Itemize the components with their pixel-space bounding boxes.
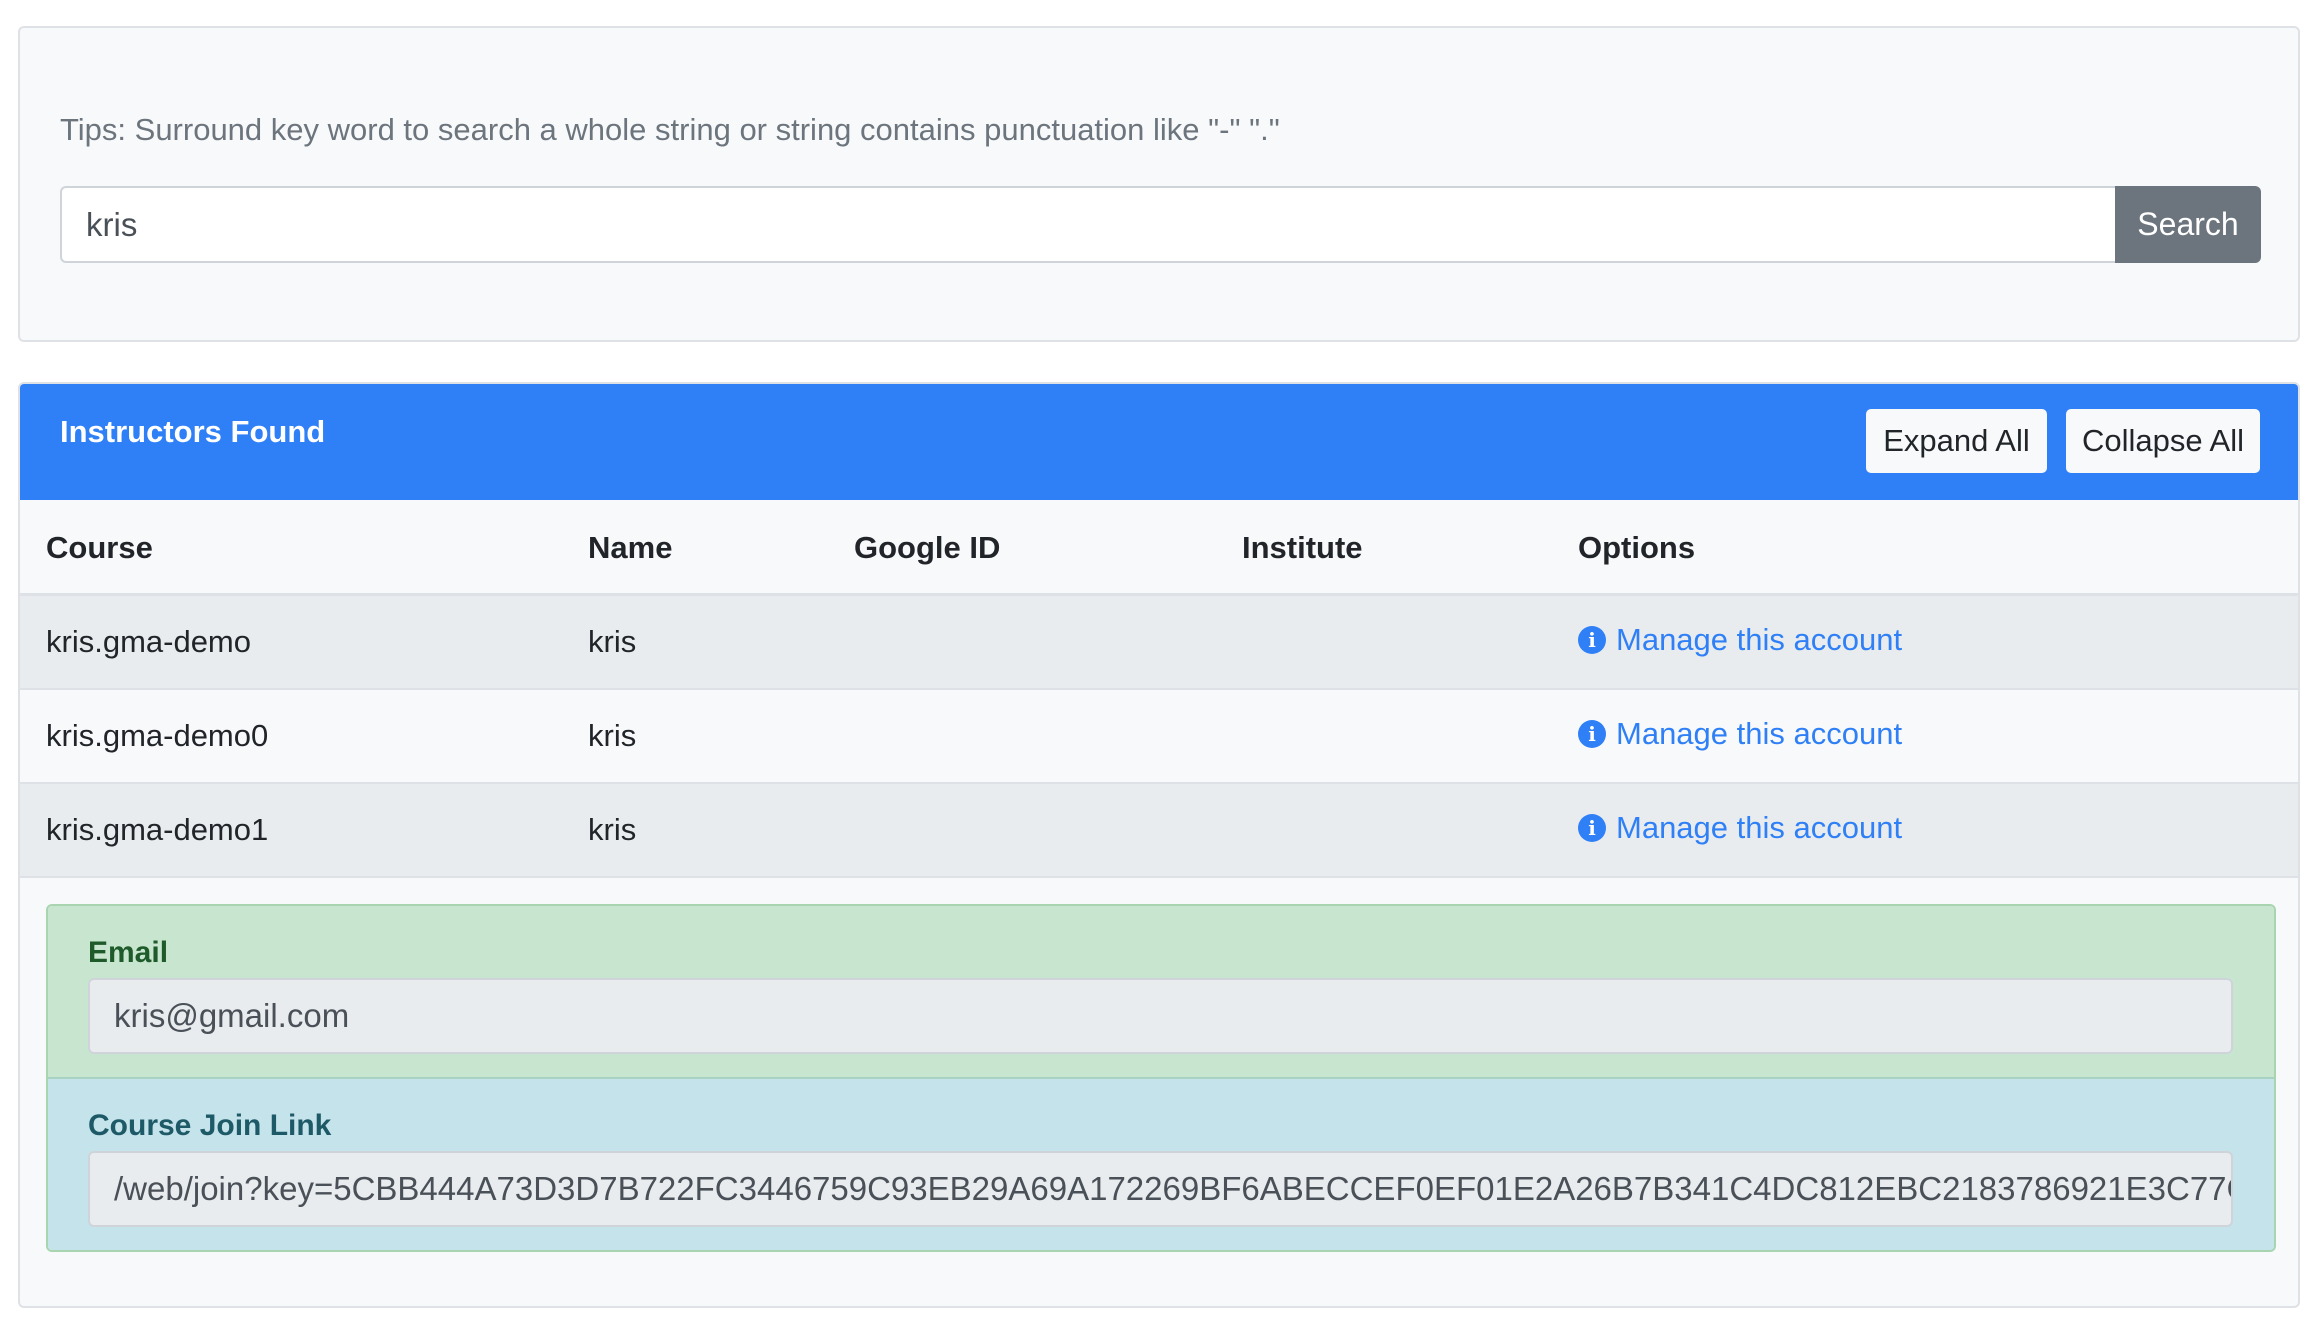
column-header-institute: Institute (1242, 530, 1363, 565)
info-circle-icon: i (1578, 720, 1606, 748)
column-header-options: Options (1578, 530, 1696, 565)
table-row: kris.gma-demo0 kris i Manage this accoun… (20, 690, 2298, 784)
course-cell: kris.gma-demo1 (46, 812, 269, 847)
manage-account-label: Manage this account (1616, 716, 1903, 751)
search-panel: Tips: Surround key word to search a whol… (18, 26, 2300, 342)
account-detail-panel: Email kris@gmail.com Course Join Link /w… (46, 904, 2276, 1252)
course-join-link-label: Course Join Link (88, 1109, 332, 1142)
table-header: Course Name Google ID Institute Options (20, 500, 2298, 596)
search-button[interactable]: Search (2115, 186, 2261, 263)
table-row: kris.gma-demo1 kris i Manage this accoun… (20, 784, 2298, 878)
column-header-name: Name (588, 530, 673, 565)
table-row: kris.gma-demo kris i Manage this account (20, 596, 2298, 690)
card-title: Instructors Found (60, 414, 326, 449)
name-cell: kris (588, 812, 637, 847)
manage-account-link[interactable]: i Manage this account (1578, 622, 1902, 658)
manage-account-label: Manage this account (1616, 622, 1903, 657)
instructors-results-card: Instructors Found Expand All Collapse Al… (18, 382, 2300, 1308)
expand-all-button[interactable]: Expand All (1866, 409, 2047, 473)
course-cell: kris.gma-demo (46, 624, 251, 659)
email-label: Email (88, 936, 169, 969)
card-header: Instructors Found Expand All Collapse Al… (20, 384, 2298, 500)
search-input[interactable] (60, 186, 2135, 263)
collapse-all-button[interactable]: Collapse All (2066, 409, 2260, 473)
course-join-link-field[interactable]: /web/join?key=5CBB444A73D3D7B722FC344675… (88, 1151, 2233, 1227)
name-cell: kris (588, 624, 637, 659)
email-field[interactable]: kris@gmail.com (88, 978, 2233, 1054)
email-section: Email kris@gmail.com (48, 906, 2274, 1079)
info-circle-icon: i (1578, 626, 1606, 654)
course-cell: kris.gma-demo0 (46, 718, 269, 753)
manage-account-link[interactable]: i Manage this account (1578, 716, 1902, 752)
info-circle-icon: i (1578, 814, 1606, 842)
course-join-link-section: Course Join Link /web/join?key=5CBB444A7… (48, 1079, 2274, 1250)
manage-account-label: Manage this account (1616, 810, 1903, 845)
manage-account-link[interactable]: i Manage this account (1578, 810, 1902, 846)
name-cell: kris (588, 718, 637, 753)
search-tips: Tips: Surround key word to search a whol… (60, 112, 1280, 147)
column-header-google-id: Google ID (854, 530, 1001, 565)
column-header-course: Course (46, 530, 153, 565)
